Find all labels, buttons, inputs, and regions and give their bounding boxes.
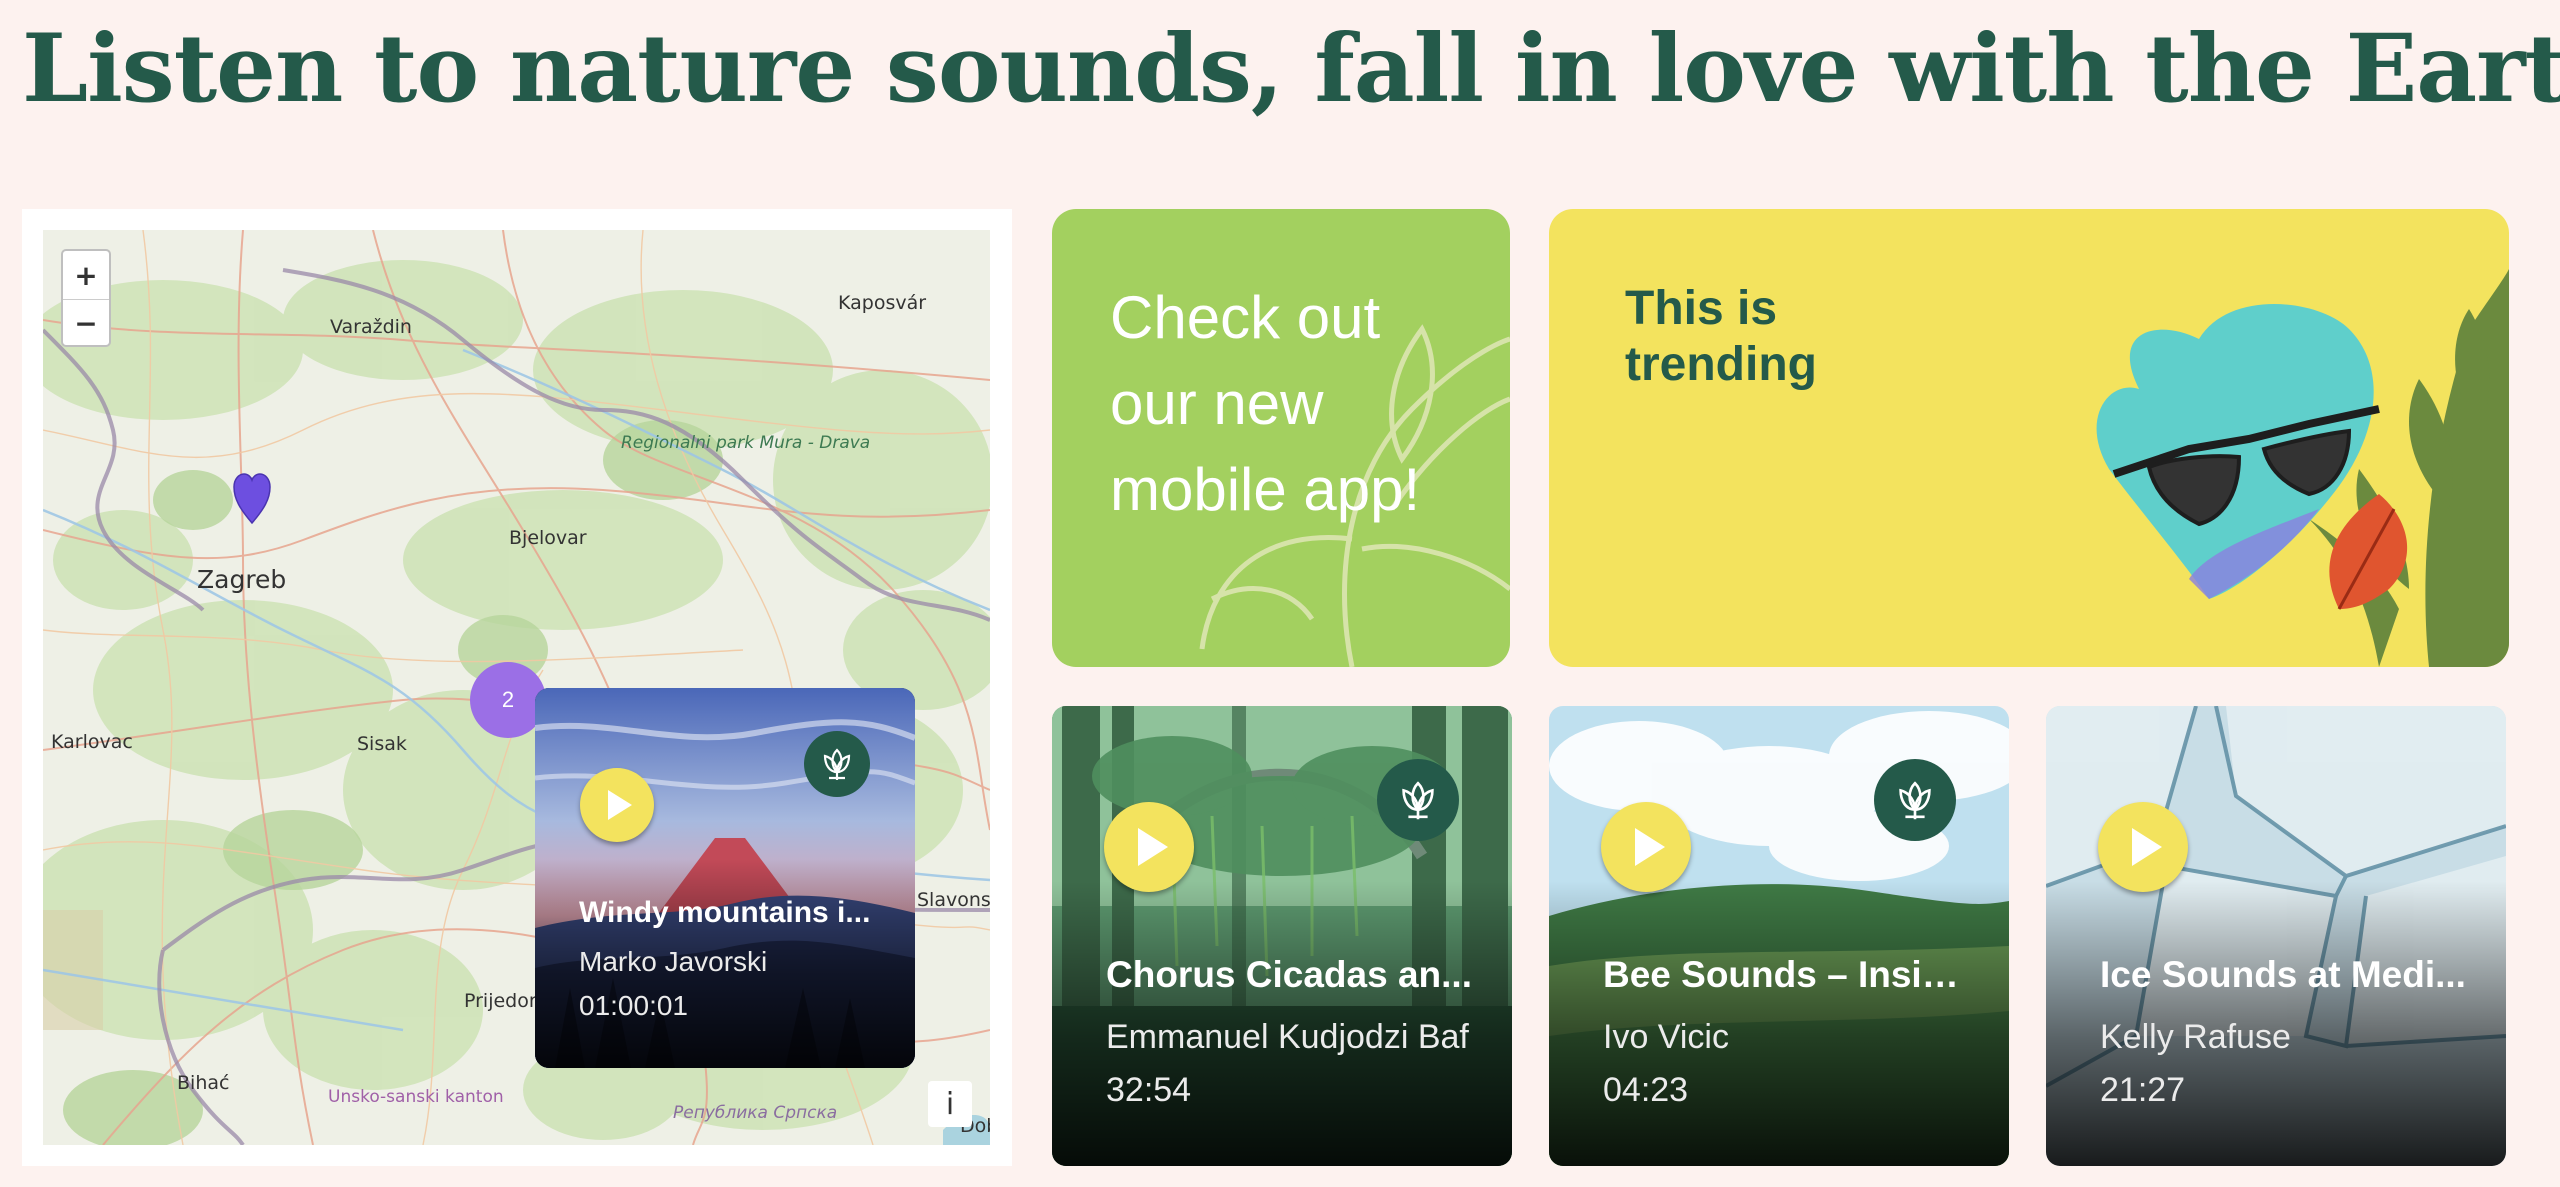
map-label-varazdin: Varaždin [330, 316, 412, 338]
play-icon [608, 790, 632, 820]
card-author: Emmanuel Kudjodzi Baf [1106, 1018, 1469, 1056]
play-button[interactable] [1104, 802, 1194, 892]
map-label-kaposvar: Kaposvár [838, 292, 927, 314]
lotus-icon [1899, 781, 1931, 820]
map-label-zagreb: Zagreb [197, 565, 287, 594]
popup-title: Windy mountains i... [579, 896, 871, 929]
page-title: Listen to nature sounds, fall in love wi… [22, 14, 2560, 124]
heart-pin-icon[interactable] [232, 471, 272, 525]
card-title: Chorus Cicadas an... [1106, 954, 1472, 995]
mobile-app-promo[interactable]: Check out our new mobile app! [1052, 209, 1510, 667]
map-label-republika: Република Српска [673, 1103, 838, 1123]
popup-author: Marko Javorski [579, 946, 768, 977]
card-author: Kelly Rafuse [2100, 1018, 2291, 1056]
map-label-park: Regionalni park Mura - Drava [621, 433, 870, 454]
map-label-unsko: Unsko-sanski kanton [328, 1087, 504, 1107]
map-label-bihac: Bihać [177, 1072, 230, 1094]
zoom-out-button[interactable]: − [63, 299, 109, 347]
map-label-bjelovar: Bjelovar [509, 527, 587, 549]
card-duration: 32:54 [1106, 1071, 1192, 1109]
sound-card[interactable]: Bee Sounds – Insid... Ivo Vicic 04:23 [1549, 706, 2009, 1166]
premium-badge [804, 731, 870, 797]
map-info-button[interactable]: i [928, 1081, 972, 1127]
zoom-in-button[interactable]: + [63, 251, 109, 299]
map-label-sisak: Sisak [357, 733, 407, 755]
map-label-slavonski: Slavonski Brod [917, 889, 990, 911]
map[interactable]: + − Varaždin Kaposvár Regionalni park Mu… [43, 230, 990, 1145]
map-label-karlovac: Karlovac [51, 731, 133, 753]
card-duration: 04:23 [1603, 1071, 1689, 1109]
card-duration: 21:27 [2100, 1071, 2186, 1109]
play-icon [1635, 828, 1665, 866]
premium-badge [1377, 759, 1459, 841]
play-icon [1138, 828, 1168, 866]
play-button[interactable] [2098, 802, 2188, 892]
trending-promo[interactable]: This is trending [1549, 209, 2509, 667]
play-icon [2132, 828, 2162, 866]
heart-sunglasses-illustration [2096, 269, 2509, 667]
card-author: Ivo Vicic [1603, 1018, 1729, 1056]
popup-duration: 01:00:01 [579, 990, 688, 1021]
card-title: Bee Sounds – Insid... [1603, 954, 1973, 995]
sound-card[interactable]: Chorus Cicadas an... Emmanuel Kudjodzi B… [1052, 706, 1512, 1166]
play-button[interactable] [580, 768, 654, 842]
play-button[interactable] [1601, 802, 1691, 892]
map-label-prijedor: Prijedor [464, 990, 537, 1012]
premium-badge [1874, 759, 1956, 841]
zoom-control: + − [61, 249, 111, 347]
map-popup-card[interactable]: Windy mountains i... Marko Javorski 01:0… [535, 688, 915, 1068]
mobile-app-promo-text: Check out our new mobile app! [1110, 284, 1421, 523]
trending-promo-text: This is trending [1625, 282, 1817, 391]
map-container: + − Varaždin Kaposvár Regionalni park Mu… [22, 209, 1012, 1166]
lotus-icon [1402, 781, 1434, 820]
card-title: Ice Sounds at Medi... [2100, 954, 2466, 995]
lotus-icon [823, 748, 851, 780]
sound-card[interactable]: Ice Sounds at Medi... Kelly Rafuse 21:27 [2046, 706, 2506, 1166]
